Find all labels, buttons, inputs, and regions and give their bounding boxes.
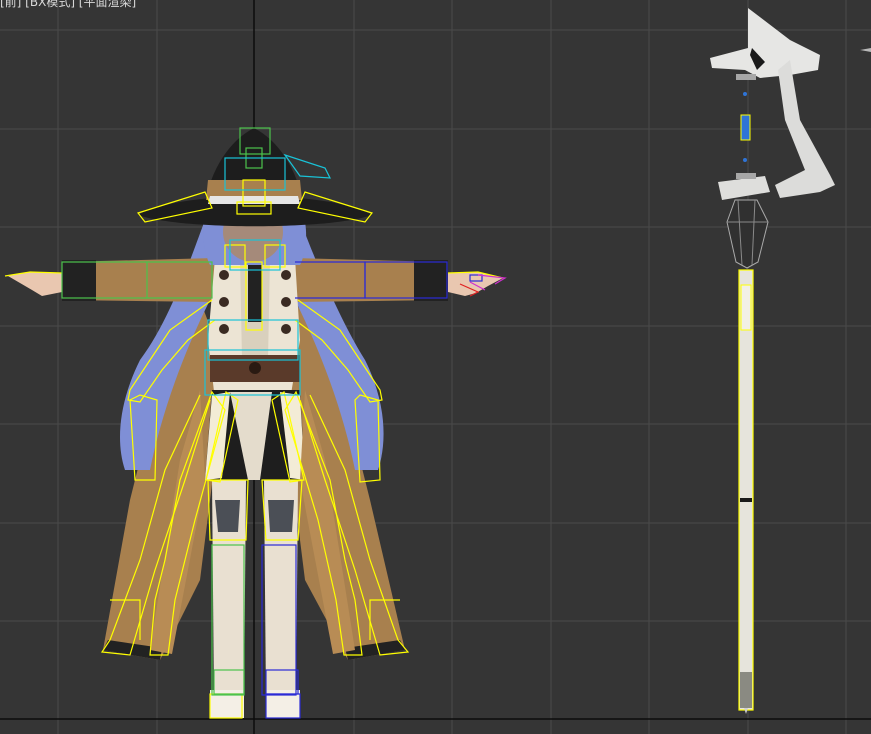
staff-mesh[interactable] <box>710 8 871 714</box>
staff-head-top <box>710 8 820 78</box>
left-hand <box>8 272 62 296</box>
viewport-canvas[interactable] <box>0 0 871 734</box>
viewport-front[interactable]: [前] [ВХ模式] [平面渲染] <box>0 0 871 734</box>
staff-cage <box>726 199 769 269</box>
staff-gem <box>740 114 751 141</box>
character-mesh[interactable] <box>8 128 503 718</box>
staff-shaft <box>738 269 754 711</box>
